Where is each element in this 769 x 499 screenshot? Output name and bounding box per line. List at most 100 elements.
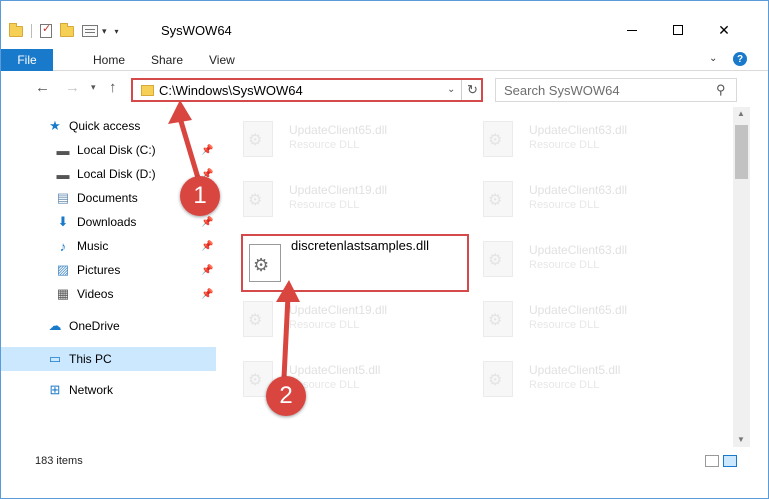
item-count: 183 items <box>35 455 83 467</box>
sidebar-item-quick-access[interactable]: ★ Quick access <box>47 115 140 137</box>
list-item[interactable]: UpdateClient65.dll Resource DLL <box>471 293 701 343</box>
list-item[interactable]: UpdateClient5.dll Resource DLL <box>471 353 701 403</box>
folder-icon <box>141 85 154 96</box>
tab-share[interactable]: Share <box>151 49 183 71</box>
up-button[interactable]: ↑ <box>109 79 117 96</box>
callout-badge-2: 2 <box>266 376 306 416</box>
dll-file-icon <box>243 181 273 217</box>
pin-icon[interactable]: 📌 <box>201 265 213 276</box>
refresh-icon[interactable]: ↻ <box>467 82 478 98</box>
close-button[interactable]: ✕ <box>701 15 747 45</box>
quick-access-toolbar: ▾ ▾ <box>9 21 119 41</box>
chevron-down-icon[interactable]: ▾ <box>102 26 107 37</box>
sidebar-item-music[interactable]: ♪ Music <box>55 235 109 257</box>
callout-badge-1: 1 <box>180 176 220 216</box>
customize-icon[interactable] <box>82 25 98 37</box>
cloud-icon: ☁ <box>48 318 62 333</box>
pin-icon[interactable]: 📌 <box>201 145 213 156</box>
file-name: UpdateClient19.dll <box>289 303 388 317</box>
star-icon: ★ <box>49 118 61 133</box>
file-name: UpdateClient63.dll <box>529 183 628 197</box>
file-type: Resource DLL <box>289 139 360 151</box>
qat-dropdown-icon[interactable]: ▾ <box>115 27 119 36</box>
folder-icon <box>9 22 23 37</box>
properties-check-icon[interactable] <box>40 22 52 38</box>
list-item[interactable]: UpdateClient63.dll Resource DLL <box>471 173 701 223</box>
highlighted-file[interactable]: discretenlastsamples.dll <box>241 234 469 292</box>
tiles-view-icon[interactable] <box>723 455 737 467</box>
scroll-thumb[interactable] <box>735 125 748 179</box>
title-bar: ▾ ▾ SysWOW64 ✕ <box>1 1 768 45</box>
minimize-button[interactable] <box>609 15 655 45</box>
explorer-window: ▾ ▾ SysWOW64 ✕ File Home Share View ⌄ ? … <box>0 0 769 499</box>
dll-file-icon <box>249 244 281 282</box>
new-folder-icon[interactable] <box>60 22 74 37</box>
download-icon: ⬇ <box>57 214 69 229</box>
dll-file-icon <box>483 301 513 337</box>
vertical-scrollbar[interactable]: ▲ ▼ <box>733 107 750 447</box>
dll-file-icon <box>483 181 513 217</box>
chevron-down-icon[interactable]: ⌄ <box>447 84 455 95</box>
computer-icon: ▭ <box>48 351 62 366</box>
tab-file[interactable]: File <box>1 49 53 71</box>
sidebar-item-local-disk-c[interactable]: ▬ Local Disk (C:) <box>55 139 156 161</box>
sidebar-item-pictures[interactable]: ▨ Pictures <box>55 259 121 281</box>
list-item[interactable]: UpdateClient19.dll Resource DLL <box>231 293 461 343</box>
navigation-bar: ← → ▾ ↑ C:\Windows\SysWOW64 ⌄ ↻ Search S… <box>1 71 768 107</box>
file-type: Resource DLL <box>529 199 600 211</box>
sidebar-item-downloads[interactable]: ⬇ Downloads <box>55 211 137 233</box>
dll-file-icon <box>483 361 513 397</box>
network-icon: ⊞ <box>49 382 61 397</box>
window-title: SysWOW64 <box>161 23 232 38</box>
help-icon[interactable]: ? <box>733 52 747 66</box>
back-button[interactable]: ← <box>35 79 50 96</box>
sidebar-item-documents[interactable]: ▤ Documents <box>55 187 138 209</box>
sidebar-item-network[interactable]: ⊞ Network <box>47 379 113 401</box>
search-input[interactable]: Search SysWOW64 <box>504 83 620 98</box>
list-item[interactable]: UpdateClient19.dll Resource DLL <box>231 173 461 223</box>
search-box[interactable]: Search SysWOW64 ⚲ <box>495 78 737 102</box>
search-icon[interactable]: ⚲ <box>716 82 726 98</box>
sidebar-item-label: Videos <box>77 287 114 301</box>
sidebar-item-label: Quick access <box>69 119 141 133</box>
file-name: UpdateClient19.dll <box>289 183 388 197</box>
list-item[interactable]: UpdateClient63.dll Resource DLL <box>471 233 701 283</box>
list-item[interactable]: UpdateClient65.dll Resource DLL <box>231 113 461 163</box>
tab-view[interactable]: View <box>209 49 235 71</box>
dll-file-icon <box>483 121 513 157</box>
file-type: Resource DLL <box>529 319 600 331</box>
sidebar-item-videos[interactable]: ▦ Videos <box>55 283 114 305</box>
sidebar-item-label: This PC <box>69 352 112 366</box>
address-bar[interactable]: C:\Windows\SysWOW64 ⌄ ↻ <box>131 78 483 102</box>
file-type: Resource DLL <box>289 199 360 211</box>
maximize-button[interactable] <box>655 15 701 45</box>
details-view-icon[interactable] <box>705 455 719 467</box>
file-name: UpdateClient65.dll <box>289 123 388 137</box>
drive-icon: ▬ <box>56 142 70 158</box>
expand-ribbon-icon[interactable]: ⌄ <box>709 53 717 64</box>
tab-home[interactable]: Home <box>93 49 125 71</box>
pin-icon[interactable]: 📌 <box>201 289 213 300</box>
sidebar-item-onedrive[interactable]: ☁ OneDrive <box>47 315 120 337</box>
sidebar-item-label: OneDrive <box>69 319 120 333</box>
maximize-icon <box>673 25 683 35</box>
scroll-down-icon[interactable]: ▼ <box>737 435 745 444</box>
separator <box>461 80 462 100</box>
sidebar-item-this-pc[interactable]: ▭ This PC <box>47 348 112 370</box>
address-path[interactable]: C:\Windows\SysWOW64 <box>159 83 303 98</box>
recent-locations-icon[interactable]: ▾ <box>91 82 96 93</box>
file-type: Resource DLL <box>529 139 600 151</box>
sidebar-item-local-disk-d[interactable]: ▬ Local Disk (D:) <box>55 163 156 185</box>
documents-icon: ▤ <box>56 190 70 205</box>
file-name: discretenlastsamples.dll <box>291 238 430 253</box>
pin-icon[interactable]: 📌 <box>201 217 213 228</box>
list-item[interactable]: UpdateClient63.dll Resource DLL <box>471 113 701 163</box>
minimize-icon <box>627 29 637 31</box>
scroll-up-icon[interactable]: ▲ <box>737 109 745 118</box>
pin-icon[interactable]: 📌 <box>201 241 213 252</box>
file-name: UpdateClient65.dll <box>529 303 628 317</box>
status-bar: 183 items <box>1 449 768 473</box>
music-icon: ♪ <box>59 238 67 254</box>
sidebar-item-label: Music <box>77 239 109 253</box>
forward-button[interactable]: → <box>65 79 80 96</box>
